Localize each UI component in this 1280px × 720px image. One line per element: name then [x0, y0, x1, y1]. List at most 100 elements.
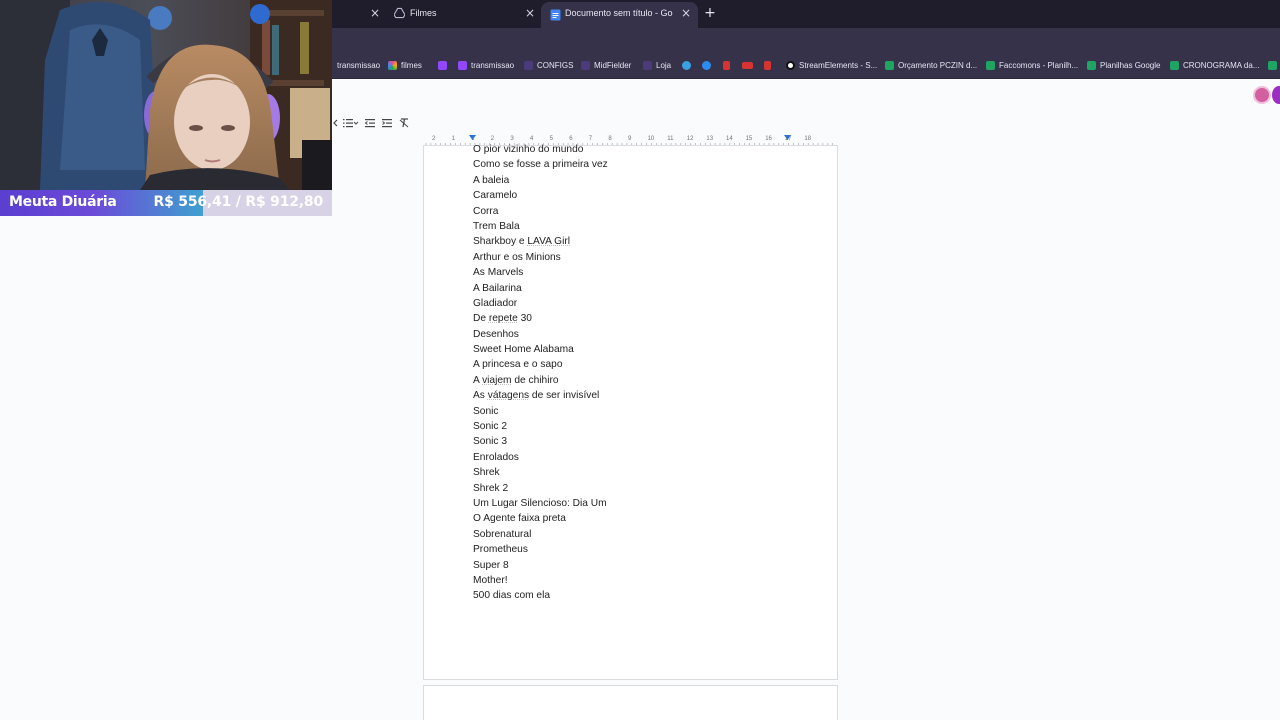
bookmark-label: CRONOGRAMA da... [1183, 61, 1260, 70]
clear-formatting-icon[interactable] [398, 117, 410, 129]
tab-title: Documento sem título - Googl [565, 8, 673, 18]
tab-close-icon[interactable]: × [368, 6, 382, 20]
daily-goal-separator: / [231, 194, 246, 210]
bookmark-edge[interactable] [702, 59, 711, 72]
bookmark-loja[interactable]: Loja [643, 59, 671, 72]
document-line[interactable]: Desenhos [473, 327, 833, 342]
avatar[interactable] [1253, 86, 1271, 104]
daily-goal-bar: Meuta Diuária R$ 556,41 / R$ 912,80 [0, 190, 332, 216]
spellcheck-word[interactable]: vátagens [488, 390, 529, 401]
webcam-image [0, 0, 332, 190]
document-line[interactable]: Mother! [473, 573, 833, 588]
bookmark-planilhas-google[interactable]: Planilhas Google [1087, 59, 1160, 72]
tab-close-icon[interactable]: × [523, 6, 537, 20]
bookmark-red-doc[interactable] [723, 59, 730, 72]
document-line[interactable]: Shrek 2 [473, 481, 833, 496]
twitch-dark-icon [524, 61, 533, 70]
daily-goal-label: Meuta Diuária [9, 194, 117, 210]
document-line[interactable]: Um Lugar Silencioso: Dia Um [473, 496, 833, 511]
document-line[interactable]: Gladiador [473, 296, 833, 311]
spellcheck-word[interactable]: repete [489, 313, 518, 324]
document-line[interactable]: A baleia [473, 173, 833, 188]
sheets-icon [885, 61, 894, 70]
chevron-left-icon[interactable] [331, 117, 339, 129]
bookmark-sheets-extra[interactable] [1268, 59, 1277, 72]
tab-close-icon[interactable]: × [679, 6, 693, 20]
bookmark-transmissao[interactable]: transmissao [324, 59, 380, 72]
bookmark-midfielder[interactable]: MidFielder [581, 59, 631, 72]
document-line[interactable]: 500 dias com ela [473, 588, 833, 603]
bookmark-globe[interactable] [682, 59, 691, 72]
bookmark-label: transmissao [471, 61, 515, 70]
bookmark-faccomons[interactable]: Faccomons - Planilh... [986, 59, 1078, 72]
document-line[interactable]: A viajem de chihiro [473, 373, 833, 388]
ruler-number: 1 [451, 136, 455, 142]
tab-documento-active[interactable]: Documento sem título - Googl × [541, 2, 698, 28]
twitch-icon [458, 61, 467, 70]
document-line[interactable]: Sonic [473, 404, 833, 419]
document-line[interactable]: Super 8 [473, 558, 833, 573]
document-line[interactable]: Sobrenatural [473, 527, 833, 542]
bookmark-label: CONFIGS [537, 61, 574, 70]
bookmark-label: Loja [656, 61, 672, 70]
document-body[interactable]: O pior vizinho do mundo Como se fosse a p… [473, 142, 833, 604]
spellcheck-word[interactable]: LAVA Girl [527, 236, 570, 247]
sheets-icon [1170, 61, 1179, 70]
daily-goal-amount: R$ 556,41 / R$ 912,80 [153, 194, 323, 210]
red-mail-icon [742, 62, 753, 69]
bookmark-transmissao-2[interactable]: transmissao [458, 59, 514, 72]
ruler-number: 2 [432, 136, 436, 142]
document-line[interactable]: Shrek [473, 465, 833, 480]
bookmark-red-doc-2[interactable] [764, 59, 771, 72]
decrease-indent-icon[interactable] [364, 117, 376, 129]
bookmark-label: filmes [401, 61, 422, 70]
bookmark-label: MidFielder [594, 61, 632, 70]
document-page-next[interactable] [423, 685, 838, 720]
tab-filmes[interactable]: Filmes [410, 8, 520, 18]
drive-icon [394, 7, 405, 19]
bookmark-label: StreamElements - S... [799, 61, 878, 70]
bookmark-label: Faccomons - Planilh... [999, 61, 1079, 70]
increase-indent-icon[interactable] [381, 117, 393, 129]
bookmark-cronograma[interactable]: CRONOGRAMA da... [1170, 59, 1259, 72]
document-line[interactable]: Corra [473, 204, 833, 219]
document-line[interactable]: Sonic 3 [473, 434, 833, 449]
document-line[interactable]: Trem Bala [473, 219, 833, 234]
bookmark-configs[interactable]: CONFIGS [524, 59, 573, 72]
daily-goal-current: R$ 556,41 [153, 194, 232, 210]
folder-color-icon [388, 61, 397, 70]
document-line[interactable]: As Marvels [473, 265, 833, 280]
document-line[interactable]: Enrolados [473, 450, 833, 465]
bookmark-label: transmissao [337, 61, 381, 70]
document-line[interactable]: O Agente faixa preta [473, 511, 833, 526]
red-doc-icon [764, 61, 771, 70]
twitch-dark-icon [643, 61, 652, 70]
spellcheck-word[interactable]: viajem [482, 375, 511, 386]
daily-goal-target: R$ 912,80 [245, 194, 323, 210]
sheets-icon [1087, 61, 1096, 70]
google-docs-icon [550, 9, 561, 21]
chevron-down-icon[interactable] [352, 117, 360, 129]
sheets-icon [986, 61, 995, 70]
document-line[interactable]: Sharkboy e LAVA Girl [473, 234, 833, 249]
new-tab-button[interactable]: + [703, 5, 717, 21]
bookmark-filmes[interactable]: filmes [388, 59, 422, 72]
document-line[interactable]: Sonic 2 [473, 419, 833, 434]
document-line[interactable]: Prometheus [473, 542, 833, 557]
bookmark-streamelements[interactable]: StreamElements - S... [786, 59, 877, 72]
twitch-icon [438, 61, 447, 70]
avatar-secondary[interactable] [1272, 86, 1280, 104]
document-line[interactable]: Arthur e os Minions [473, 250, 833, 265]
streamelements-icon [786, 61, 795, 70]
document-line[interactable]: As vátagens de ser invisível [473, 388, 833, 403]
bookmark-orcamento[interactable]: Orçamento PCZIN d... [885, 59, 977, 72]
document-line[interactable]: Sweet Home Alabama [473, 342, 833, 357]
document-line[interactable]: A princesa e o sapo [473, 357, 833, 372]
document-line[interactable]: Como se fosse a primeira vez [473, 157, 833, 172]
document-line[interactable]: A Bailarina [473, 281, 833, 296]
bookmark-red-mail[interactable] [742, 59, 753, 72]
document-line[interactable]: Caramelo [473, 188, 833, 203]
bookmark-twitch[interactable] [438, 59, 447, 72]
document-line[interactable]: De repete 30 [473, 311, 833, 326]
document-line[interactable]: O pior vizinho do mundo [473, 142, 833, 157]
